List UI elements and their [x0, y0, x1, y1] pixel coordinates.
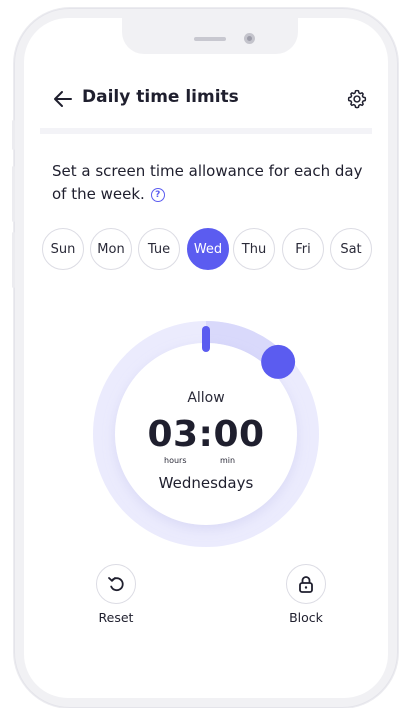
block-button[interactable]: [286, 564, 326, 604]
allow-label: Allow: [187, 390, 225, 406]
block-action: Block: [284, 564, 328, 625]
block-label: Block: [289, 610, 323, 625]
gear-icon[interactable]: [346, 88, 368, 110]
back-arrow-icon[interactable]: [52, 88, 74, 110]
phone-side-button: [12, 166, 15, 222]
time-dial[interactable]: Allow 03:00 hours min Wednesdays: [90, 318, 322, 550]
phone-side-button: [12, 232, 15, 288]
reset-button[interactable]: [96, 564, 136, 604]
day-button-sat[interactable]: Sat: [330, 228, 372, 270]
day-button-fri[interactable]: Fri: [282, 228, 324, 270]
page-title: Daily time limits: [82, 87, 239, 107]
dial-readout: Allow 03:00 hours min Wednesdays: [90, 318, 322, 550]
lock-icon: [299, 576, 313, 593]
speaker: [194, 37, 226, 41]
reset-label: Reset: [98, 610, 134, 625]
day-button-wed[interactable]: Wed: [187, 228, 229, 270]
hours-unit: hours: [164, 456, 187, 465]
header: Daily time limits: [24, 76, 388, 128]
phone-side-button: [12, 120, 15, 150]
help-icon[interactable]: ?: [150, 188, 165, 202]
phone-screen: Daily time limits Set a screen time allo…: [24, 18, 388, 698]
reset-icon: [108, 577, 124, 592]
camera: [244, 33, 255, 44]
notch: [122, 18, 298, 54]
description: Set a screen time allowance for each day…: [52, 160, 372, 206]
day-name: Wednesdays: [158, 474, 254, 492]
time-value: 03:00: [147, 414, 265, 455]
reset-action: Reset: [94, 564, 138, 625]
day-selector: Sun Mon Tue Wed Thu Fri Sat: [42, 228, 384, 274]
day-button-tue[interactable]: Tue: [138, 228, 180, 270]
header-divider: [40, 128, 372, 134]
min-unit: min: [220, 456, 236, 465]
day-button-mon[interactable]: Mon: [90, 228, 132, 270]
day-button-thu[interactable]: Thu: [233, 228, 275, 270]
description-text: Set a screen time allowance for each day…: [52, 162, 363, 203]
day-button-sun[interactable]: Sun: [42, 228, 84, 270]
